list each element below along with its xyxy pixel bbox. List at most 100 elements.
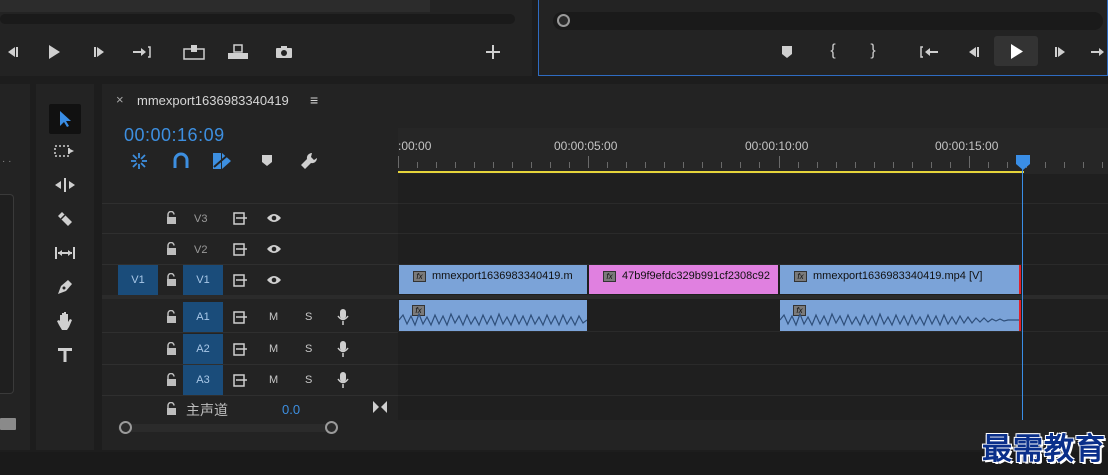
eye-icon[interactable] (266, 212, 282, 224)
mark-out-icon[interactable]: } (863, 40, 883, 62)
step-forward-frame-icon[interactable] (1049, 42, 1073, 62)
track-header-v2: V2 (102, 234, 397, 264)
sync-lock-icon[interactable] (233, 212, 248, 225)
audio-waveform (780, 312, 1019, 327)
video-clip[interactable]: fx mmexport1636983340419.mp4 [V] (780, 265, 1021, 294)
insert-icon[interactable] (180, 42, 208, 62)
video-audio-divider[interactable] (398, 295, 1108, 299)
pen-tool-icon[interactable] (49, 272, 81, 302)
hand-tool-icon[interactable] (49, 306, 81, 336)
track-name-a2[interactable]: A2 (183, 334, 223, 364)
program-scrollbar[interactable] (553, 12, 1103, 30)
sync-lock-icon[interactable] (233, 343, 248, 356)
sequence-menu-icon[interactable]: ≡ (310, 92, 318, 108)
microphone-icon[interactable] (337, 340, 349, 358)
ruler-label-15: 00:00:15:00 (935, 139, 999, 153)
lock-icon[interactable] (166, 402, 177, 415)
lock-icon[interactable] (166, 342, 177, 355)
track-header-master: 主声道 0.0 (102, 396, 397, 420)
program-play-icon[interactable] (994, 36, 1038, 66)
source-monitor (0, 0, 532, 76)
go-to-out-icon[interactable] (128, 42, 156, 62)
folder-icon[interactable] (0, 418, 16, 430)
track-headers: V3 V2 V1 V1 A1 M S A2 M S A3 M S 主声道 0.0 (102, 203, 398, 420)
zoom-scrollbar[interactable] (118, 424, 334, 432)
wrench-settings-icon[interactable] (300, 152, 318, 170)
mute-button-a2[interactable]: M (269, 343, 278, 355)
solo-button-a2[interactable]: S (305, 343, 312, 355)
master-volume-value[interactable]: 0.0 (282, 402, 300, 417)
playhead-line[interactable] (1022, 166, 1023, 420)
project-label-fragment: · · (2, 156, 12, 167)
playhead-handle[interactable] (1016, 155, 1030, 170)
step-back-frame-icon[interactable] (961, 42, 985, 62)
ruler-label-0: :00:00 (398, 139, 432, 153)
ripple-edit-tool-icon[interactable] (49, 170, 81, 200)
step-back-icon[interactable] (2, 42, 22, 62)
sync-lock-icon[interactable] (233, 374, 248, 387)
project-panel: · · (0, 84, 30, 450)
source-scrollbar[interactable] (0, 14, 515, 24)
track-select-tool-icon[interactable] (49, 136, 81, 166)
microphone-icon[interactable] (337, 371, 349, 389)
video-clip[interactable]: fx 47b9f9efdc329b991cf2308c92 (589, 265, 778, 294)
lock-icon[interactable] (166, 310, 177, 323)
track-name-v3[interactable]: V3 (194, 213, 207, 225)
eye-icon[interactable] (266, 274, 282, 286)
camera-icon[interactable] (270, 42, 298, 62)
go-to-out-icon[interactable] (1089, 42, 1108, 62)
linked-selection-icon[interactable] (212, 152, 232, 170)
source-patch-v1[interactable]: V1 (118, 265, 158, 295)
close-sequence-icon[interactable]: × (116, 92, 124, 107)
sequence-tab-title[interactable]: mmexport1636983340419 (137, 93, 289, 108)
audio-clip[interactable]: fx (780, 300, 1021, 331)
eye-icon[interactable] (266, 243, 282, 255)
program-monitor: { } (538, 0, 1108, 76)
mute-button-a1[interactable]: M (269, 311, 278, 323)
zoom-handle-left[interactable] (119, 421, 132, 434)
go-to-end-icon[interactable] (372, 400, 388, 414)
zoom-handle-right[interactable] (325, 421, 338, 434)
video-clip[interactable]: fx mmexport1636983340419.m (399, 265, 587, 294)
slip-tool-icon[interactable] (49, 238, 81, 268)
sync-lock-icon[interactable] (233, 274, 248, 287)
lock-icon[interactable] (166, 373, 177, 386)
clip-label: 47b9f9efdc329b991cf2308c92 (622, 270, 771, 282)
lock-icon[interactable] (166, 211, 177, 224)
mark-in-icon[interactable]: { (823, 40, 843, 62)
lock-icon[interactable] (166, 242, 177, 255)
playhead-timecode[interactable]: 00:00:16:09 (124, 125, 225, 146)
audio-clip[interactable]: fx (399, 300, 587, 331)
watermark-logo: 最需教育 (982, 432, 1106, 467)
solo-button-a3[interactable]: S (305, 374, 312, 386)
microphone-icon[interactable] (337, 308, 349, 326)
clip-label: mmexport1636983340419.m (432, 270, 573, 282)
sync-lock-icon[interactable] (233, 243, 248, 256)
go-to-in-icon[interactable] (917, 42, 941, 62)
master-track-name: 主声道 (186, 402, 228, 418)
add-button-icon[interactable] (482, 42, 504, 62)
lock-icon[interactable] (166, 273, 177, 286)
razor-tool-icon[interactable] (49, 204, 81, 234)
step-forward-icon[interactable] (88, 42, 112, 62)
add-marker-icon[interactable] (261, 154, 273, 167)
play-icon[interactable] (42, 42, 66, 62)
track-name-a1[interactable]: A1 (183, 302, 223, 332)
track-header-a1: A1 M S (102, 302, 397, 332)
fx-icon: fx (794, 270, 807, 282)
track-name-v2[interactable]: V2 (194, 244, 207, 256)
sync-lock-icon[interactable] (233, 311, 248, 324)
solo-button-a1[interactable]: S (305, 311, 312, 323)
scroll-handle[interactable] (557, 14, 570, 27)
track-name-v1[interactable]: V1 (183, 265, 223, 295)
work-area-bar[interactable] (398, 171, 1024, 173)
nest-icon[interactable] (130, 152, 148, 170)
track-name-a3[interactable]: A3 (183, 365, 223, 395)
track-header-a2: A2 M S (102, 334, 397, 364)
overwrite-icon[interactable] (224, 42, 252, 62)
snap-magnet-icon[interactable] (172, 152, 190, 170)
marker-icon[interactable] (777, 42, 797, 62)
type-tool-icon[interactable] (49, 340, 81, 370)
selection-tool-icon[interactable] (49, 104, 81, 134)
mute-button-a3[interactable]: M (269, 374, 278, 386)
